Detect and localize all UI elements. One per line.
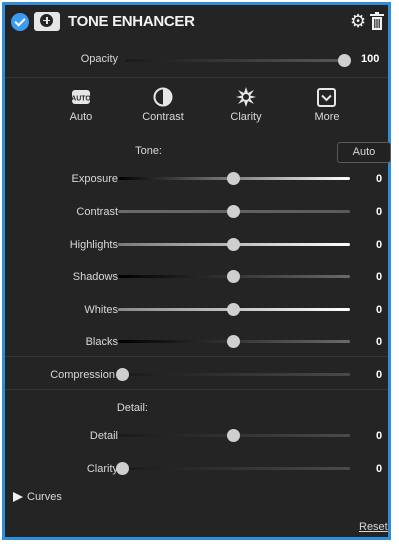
divider	[5, 77, 388, 78]
enable-checkbox[interactable]	[11, 13, 29, 31]
slider-label-detail: Detail	[89, 430, 118, 442]
tool-more[interactable]: More	[287, 85, 367, 131]
slider-label-exposure: Exposure	[71, 173, 118, 185]
divider	[5, 389, 388, 390]
panel-header: TONE ENHANCER ⚙	[5, 5, 388, 39]
slider-knob-whites[interactable]	[227, 303, 240, 316]
slider-value-exposure: 0	[376, 173, 383, 185]
slider-track-compression[interactable]	[118, 373, 350, 376]
slider-knob-shadows[interactable]	[227, 270, 240, 283]
slider-value-blacks: 0	[376, 336, 383, 348]
slider-track-clarity[interactable]	[118, 467, 350, 470]
slider-label-contrast: Contrast	[76, 206, 118, 218]
slider-knob-blacks[interactable]	[227, 335, 240, 348]
plus-icon	[40, 14, 53, 27]
slider-value-whites: 0	[376, 304, 383, 316]
slider-label-blacks: Blacks	[85, 336, 118, 348]
triangle-right-icon	[13, 492, 23, 502]
slider-value-shadows: 0	[376, 271, 383, 283]
opacity-value: 100	[361, 53, 380, 65]
tool-clarity[interactable]: Clarity	[206, 85, 286, 131]
reset-link[interactable]: Reset	[359, 521, 388, 533]
slider-label-shadows: Shadows	[72, 271, 118, 283]
tool-clarity-label: Clarity	[230, 111, 262, 123]
divider	[5, 356, 388, 357]
more-chevron-icon	[317, 88, 336, 107]
tool-contrast-label: Contrast	[142, 111, 184, 123]
svg-text:AUTO: AUTO	[72, 96, 90, 103]
tool-auto[interactable]: AUTO Auto	[41, 85, 121, 131]
slider-knob-contrast[interactable]	[227, 205, 240, 218]
curves-label: Curves	[27, 491, 62, 503]
slider-value-contrast: 0	[376, 206, 383, 218]
slider-value-detail: 0	[376, 430, 383, 442]
slider-value-clarity: 0	[376, 463, 383, 475]
opacity-slider-track[interactable]	[125, 59, 347, 62]
panel-title: TONE ENHANCER	[68, 13, 195, 30]
trash-icon[interactable]	[370, 12, 384, 30]
add-mask-button[interactable]	[34, 12, 60, 31]
slider-knob-clarity[interactable]	[116, 462, 129, 475]
slider-knob-compression[interactable]	[116, 368, 129, 381]
gear-icon[interactable]: ⚙	[350, 12, 366, 30]
slider-label-compression: Compression	[50, 369, 115, 381]
tool-more-label: More	[314, 111, 340, 123]
slider-knob-exposure[interactable]	[227, 172, 240, 185]
tool-contrast[interactable]: Contrast	[123, 85, 203, 131]
slider-label-whites: Whites	[84, 304, 118, 316]
tone-auto-button[interactable]: Auto	[337, 142, 391, 163]
opacity-label: Opacity	[80, 53, 118, 65]
slider-label-clarity: Clarity	[86, 463, 118, 475]
slider-knob-highlights[interactable]	[227, 238, 240, 251]
slider-value-highlights: 0	[376, 239, 383, 251]
contrast-icon	[153, 87, 173, 107]
slider-value-compression: 0	[376, 369, 383, 381]
tone-enhancer-panel: TONE ENHANCER ⚙ Opacity 100 AUTO Auto Co…	[2, 2, 391, 540]
tone-heading: Tone:	[135, 145, 162, 157]
clarity-icon	[236, 87, 256, 107]
auto-icon: AUTO	[72, 90, 90, 104]
tool-auto-label: Auto	[69, 111, 93, 123]
detail-heading: Detail:	[116, 402, 148, 414]
opacity-slider-knob[interactable]	[338, 54, 351, 67]
slider-knob-detail[interactable]	[227, 429, 240, 442]
slider-label-highlights: Highlights	[69, 239, 118, 251]
